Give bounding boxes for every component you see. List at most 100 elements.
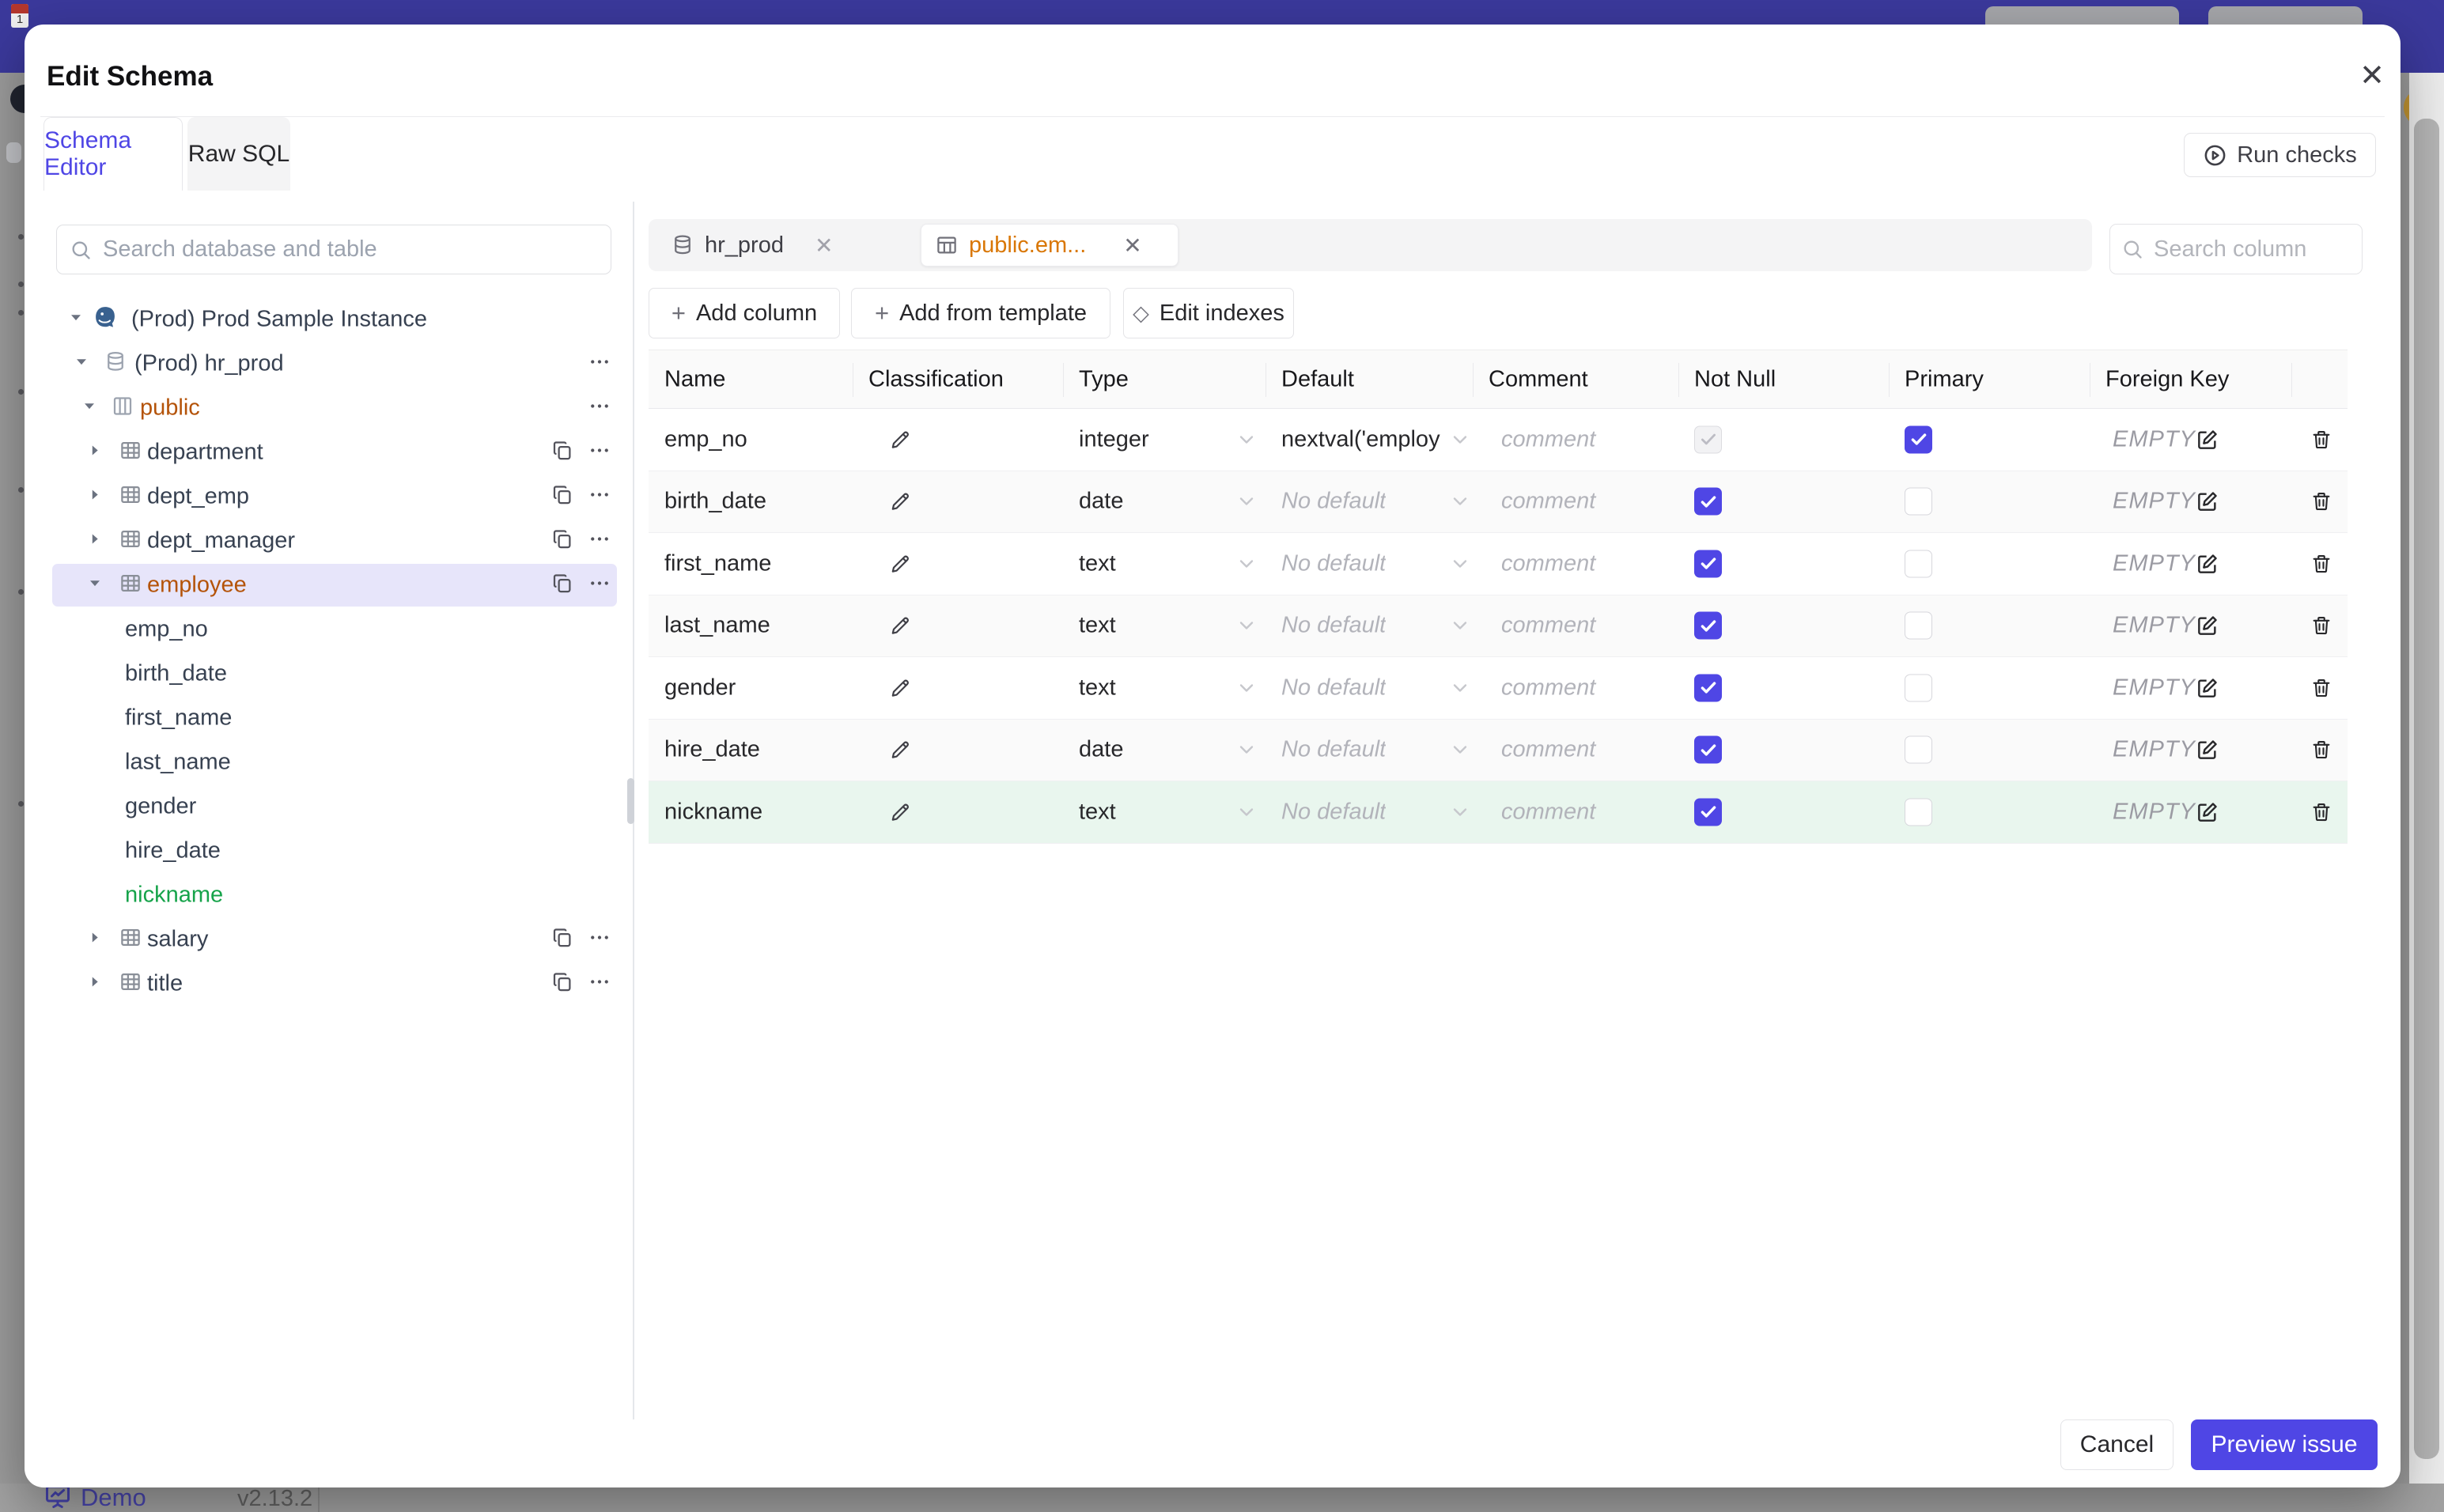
- comment-input[interactable]: comment: [1501, 675, 1595, 701]
- not-null-checkbox[interactable]: [1694, 674, 1722, 702]
- close-icon[interactable]: ✕: [2353, 56, 2391, 94]
- column-search-input[interactable]: [2152, 235, 2362, 263]
- default-select[interactable]: No default: [1281, 737, 1386, 763]
- copy-icon[interactable]: [550, 439, 574, 467]
- tree-column-item[interactable]: nickname: [25, 873, 636, 917]
- close-tab-icon[interactable]: ✕: [1123, 232, 1141, 259]
- more-options-icon[interactable]: [588, 395, 611, 422]
- tree-item-public[interactable]: public: [25, 386, 636, 430]
- edit-foreign-key-icon[interactable]: [2195, 613, 2220, 638]
- tree-item-dept_manager[interactable]: dept_manager: [25, 519, 636, 563]
- comment-input[interactable]: comment: [1501, 737, 1595, 763]
- not-null-checkbox[interactable]: [1694, 487, 1722, 516]
- default-select[interactable]: No default: [1281, 799, 1386, 825]
- tree-item-department[interactable]: department: [25, 430, 636, 474]
- copy-icon[interactable]: [550, 970, 574, 998]
- database-search[interactable]: [56, 225, 611, 274]
- caret-right-icon[interactable]: [86, 929, 104, 951]
- classification-edit-icon[interactable]: [888, 799, 913, 824]
- chevron-down-icon[interactable]: [1449, 614, 1471, 637]
- tree-item-employee[interactable]: employee: [25, 563, 636, 607]
- primary-checkbox[interactable]: [1905, 550, 1932, 578]
- primary-checkbox[interactable]: [1905, 674, 1932, 702]
- type-select[interactable]: text: [1079, 799, 1116, 825]
- not-null-checkbox[interactable]: [1694, 611, 1722, 640]
- classification-edit-icon[interactable]: [888, 551, 913, 576]
- edit-indexes-button[interactable]: ◇ Edit indexes: [1123, 288, 1294, 338]
- tree-item-title[interactable]: title: [25, 962, 636, 1006]
- delete-column-icon[interactable]: [2310, 490, 2333, 513]
- database-search-input[interactable]: [101, 236, 611, 263]
- tree-column-item[interactable]: first_name: [25, 696, 636, 740]
- caret-right-icon[interactable]: [86, 973, 104, 995]
- more-options-icon[interactable]: [588, 483, 611, 511]
- classification-edit-icon[interactable]: [888, 614, 913, 638]
- chevron-down-icon[interactable]: [1235, 490, 1258, 512]
- edit-foreign-key-icon[interactable]: [2195, 799, 2220, 825]
- more-options-icon[interactable]: [588, 527, 611, 555]
- tree-item--prod-hr_prod[interactable]: (Prod) hr_prod: [25, 342, 636, 386]
- caret-right-icon[interactable]: [86, 486, 104, 508]
- chevron-down-icon[interactable]: [1449, 677, 1471, 699]
- type-select[interactable]: date: [1079, 489, 1123, 515]
- comment-input[interactable]: comment: [1501, 799, 1595, 825]
- chevron-down-icon[interactable]: [1449, 429, 1471, 451]
- tree-item-salary[interactable]: salary: [25, 917, 636, 962]
- not-null-checkbox[interactable]: [1694, 798, 1722, 826]
- column-name-cell[interactable]: emp_no: [664, 426, 747, 452]
- chevron-down-icon[interactable]: [1235, 739, 1258, 761]
- caret-right-icon[interactable]: [86, 531, 104, 552]
- default-select[interactable]: No default: [1281, 489, 1386, 515]
- column-name-cell[interactable]: gender: [664, 675, 736, 701]
- column-name-cell[interactable]: nickname: [664, 799, 762, 825]
- primary-checkbox[interactable]: [1905, 611, 1932, 640]
- copy-icon[interactable]: [550, 527, 574, 555]
- column-search[interactable]: [2109, 224, 2363, 274]
- column-name-cell[interactable]: hire_date: [664, 737, 760, 763]
- not-null-checkbox[interactable]: [1694, 735, 1722, 764]
- column-name-cell[interactable]: birth_date: [664, 489, 766, 515]
- run-checks-button[interactable]: Run checks: [2184, 133, 2376, 177]
- comment-input[interactable]: comment: [1501, 613, 1595, 639]
- tree-item-dept_emp[interactable]: dept_emp: [25, 474, 636, 519]
- demo-link[interactable]: Demo: [81, 1484, 146, 1512]
- delete-column-icon[interactable]: [2310, 676, 2333, 700]
- primary-checkbox[interactable]: [1905, 425, 1932, 454]
- delete-column-icon[interactable]: [2310, 614, 2333, 637]
- type-select[interactable]: text: [1079, 550, 1116, 576]
- comment-input[interactable]: comment: [1501, 550, 1595, 576]
- caret-right-icon[interactable]: [86, 442, 104, 463]
- more-options-icon[interactable]: [588, 350, 611, 378]
- chevron-down-icon[interactable]: [1449, 553, 1471, 575]
- tab-schema-editor[interactable]: Schema Editor: [44, 117, 183, 191]
- more-options-icon[interactable]: [588, 439, 611, 467]
- default-select[interactable]: No default: [1281, 550, 1386, 576]
- edit-foreign-key-icon[interactable]: [2195, 489, 2220, 514]
- cancel-button[interactable]: Cancel: [2060, 1419, 2173, 1470]
- tab-hr-prod[interactable]: hr_prod ✕: [671, 219, 833, 271]
- primary-checkbox[interactable]: [1905, 798, 1932, 826]
- chevron-down-icon[interactable]: [1235, 801, 1258, 823]
- edit-foreign-key-icon[interactable]: [2195, 675, 2220, 701]
- comment-input[interactable]: comment: [1501, 426, 1595, 452]
- add-column-button[interactable]: + Add column: [649, 288, 840, 338]
- classification-edit-icon[interactable]: [888, 490, 913, 514]
- add-from-template-button[interactable]: + Add from template: [851, 288, 1110, 338]
- default-select[interactable]: nextval('employ: [1281, 426, 1440, 452]
- chevron-down-icon[interactable]: [1235, 614, 1258, 637]
- preview-issue-button[interactable]: Preview issue: [2191, 1419, 2378, 1470]
- chevron-down-icon[interactable]: [1235, 677, 1258, 699]
- column-name-cell[interactable]: first_name: [664, 550, 771, 576]
- not-null-checkbox[interactable]: [1694, 550, 1722, 578]
- default-select[interactable]: No default: [1281, 613, 1386, 639]
- tree-column-item[interactable]: hire_date: [25, 829, 636, 873]
- classification-edit-icon[interactable]: [888, 738, 913, 762]
- classification-edit-icon[interactable]: [888, 427, 913, 452]
- classification-edit-icon[interactable]: [888, 675, 913, 700]
- tab-raw-sql[interactable]: Raw SQL: [187, 117, 290, 191]
- chevron-down-icon[interactable]: [1235, 553, 1258, 575]
- caret-down-icon[interactable]: [67, 309, 85, 331]
- type-select[interactable]: date: [1079, 737, 1123, 763]
- caret-down-icon[interactable]: [73, 353, 90, 375]
- tree-column-item[interactable]: gender: [25, 784, 636, 829]
